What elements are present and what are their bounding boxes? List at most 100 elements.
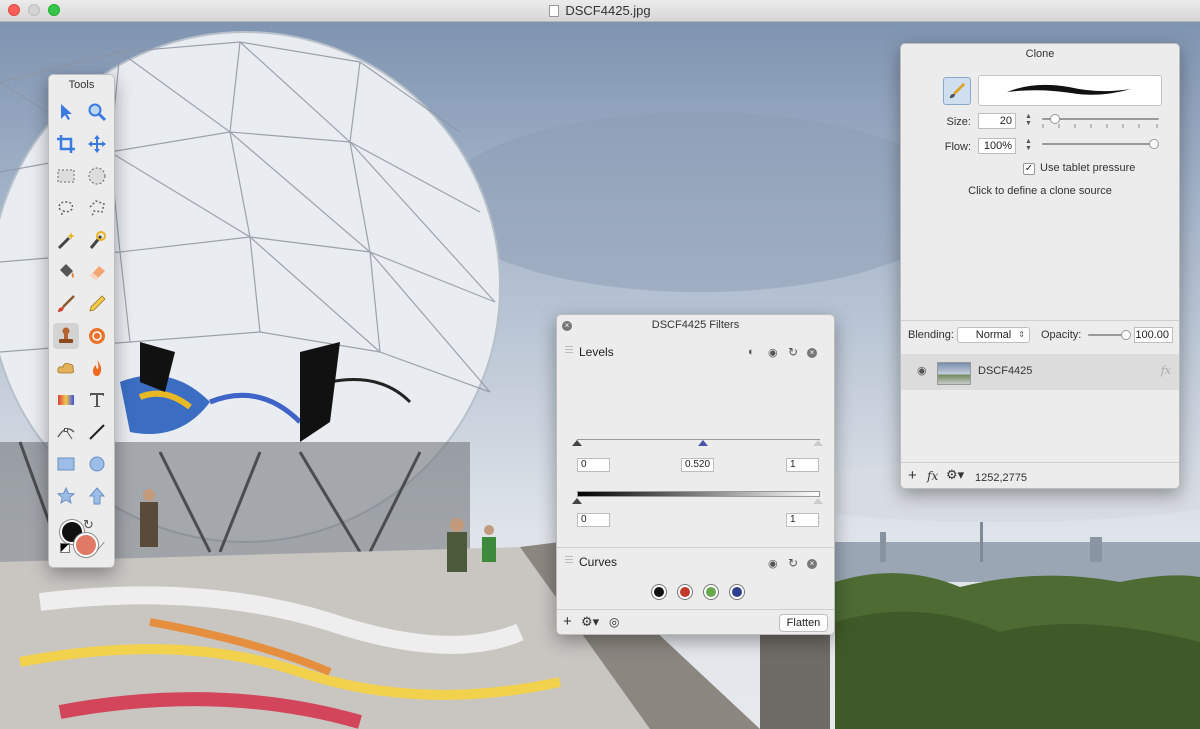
curves-red-channel[interactable] (678, 585, 692, 599)
arrow-select-tool[interactable] (53, 99, 79, 125)
lasso-tool[interactable] (53, 195, 79, 221)
paint-bucket-tool[interactable] (53, 259, 79, 285)
output-black-handle[interactable] (572, 498, 582, 504)
flatten-button[interactable]: Flatten (779, 614, 828, 632)
tablet-pressure-label: Use tablet pressure (1040, 162, 1136, 174)
pencil-tool[interactable] (84, 291, 110, 317)
settings-gear-icon[interactable]: ⚙▾ (946, 467, 964, 483)
add-layer-icon[interactable]: + (908, 467, 917, 484)
size-field[interactable]: 20 (978, 113, 1016, 129)
pen-tool[interactable] (53, 419, 79, 445)
background-color-swatch[interactable] (74, 533, 98, 557)
rectangle-icon (57, 457, 75, 471)
window-title-text: DSCF4425.jpg (565, 3, 651, 18)
input-gamma-handle[interactable] (698, 440, 708, 446)
levels-visibility-eye-icon[interactable]: ◉ (768, 346, 778, 359)
output-black-field[interactable]: 0 (577, 513, 610, 527)
size-stepper[interactable]: ▲ ▼ (1024, 113, 1033, 129)
flow-stepper[interactable]: ▲ ▼ (1024, 138, 1033, 154)
clone-panel: Clone Size: 20 ▲ ▼ Flow: 100% ▲ ▼ ✓ Use ta… (900, 43, 1180, 489)
clone-stamp-tool[interactable] (53, 323, 79, 349)
brush-preset-button[interactable] (943, 77, 971, 105)
filter-settings-gear-icon[interactable]: ⚙▾ (581, 614, 599, 630)
line-tool[interactable] (84, 419, 110, 445)
tools-panel: Tools ↻ ⟋ (48, 74, 115, 568)
tablet-pressure-checkbox[interactable]: ✓ (1023, 163, 1035, 175)
crop-tool[interactable] (53, 131, 79, 157)
levels-reset-icon[interactable]: ↻ (788, 345, 798, 359)
visibility-eye-icon[interactable]: ◉ (917, 364, 927, 377)
levels-drag-handle[interactable] (565, 346, 573, 354)
text-t-icon (90, 393, 104, 407)
flow-label: Flow: (944, 141, 971, 153)
levels-remove-icon[interactable]: × (807, 348, 817, 358)
curves-green-channel[interactable] (704, 585, 718, 599)
marquee-ellipse-icon (88, 167, 106, 185)
ellipse-shape-tool[interactable] (84, 451, 110, 477)
swap-colors-icon[interactable]: ↻ (83, 517, 94, 533)
lasso-icon (58, 201, 74, 217)
size-slider-knob[interactable] (1050, 114, 1061, 124)
gradient-tool[interactable] (53, 387, 79, 413)
curves-blue-channel[interactable] (730, 585, 744, 599)
clone-panel-divider (901, 320, 1179, 321)
magnifier-icon (88, 103, 107, 122)
smudge-tool[interactable] (84, 323, 110, 349)
brush-stroke-preview[interactable] (978, 75, 1162, 106)
output-white-field[interactable]: 1 (786, 513, 819, 527)
ellipse-select-tool[interactable] (84, 163, 110, 189)
eraser-tool[interactable] (84, 259, 110, 285)
arrow-icon (61, 104, 72, 120)
layer-fx-icon[interactable]: fx (1161, 364, 1171, 377)
tools-panel-title: Tools (68, 79, 95, 91)
rect-select-tool[interactable] (53, 163, 79, 189)
default-colors-icon[interactable] (60, 543, 70, 553)
add-filter-icon[interactable]: + (563, 613, 572, 630)
output-white-handle[interactable] (813, 498, 823, 504)
curves-reset-icon[interactable]: ↻ (788, 556, 798, 570)
curves-rgb-channel[interactable] (652, 585, 666, 599)
star-shape-tool[interactable] (53, 483, 79, 509)
paint-bucket-icon (60, 264, 74, 278)
curves-remove-icon[interactable]: × (807, 559, 817, 569)
magic-wand-icon (57, 232, 75, 250)
burn-tool[interactable] (84, 355, 110, 381)
move-tool[interactable] (84, 131, 110, 157)
quick-select-icon (89, 231, 106, 249)
flow-field[interactable]: 100% (978, 138, 1016, 154)
blur-tool[interactable] (53, 355, 79, 381)
flow-slider-track[interactable] (1042, 143, 1159, 145)
clone-source-hint: Click to define a clone source (968, 185, 1112, 197)
opacity-slider-knob[interactable] (1121, 330, 1131, 340)
input-white-field[interactable]: 1 (786, 458, 819, 472)
arrow-shape-tool[interactable] (84, 483, 110, 509)
eyedropper-icon[interactable]: ⟋ (97, 541, 105, 554)
text-tool[interactable] (84, 387, 110, 413)
rectangle-shape-tool[interactable] (53, 451, 79, 477)
input-black-field[interactable]: 0 (577, 458, 610, 472)
zoom-tool[interactable] (84, 99, 110, 125)
layer-row[interactable]: ◉ DSCF4425 fx (901, 354, 1179, 390)
layer-name: DSCF4425 (978, 365, 1033, 377)
input-gamma-field[interactable]: 0.520 (681, 458, 714, 472)
input-white-handle[interactable] (813, 440, 823, 446)
layer-thumbnail (937, 362, 971, 385)
fx-menu-icon[interactable]: fx (927, 469, 938, 483)
blending-mode-select[interactable]: Normal ⇕ (957, 327, 1030, 343)
brush-icon (58, 295, 75, 312)
flame-icon (93, 360, 102, 376)
opacity-field[interactable]: 100.00 (1134, 327, 1173, 343)
input-black-handle[interactable] (572, 440, 582, 446)
magic-wand-tool[interactable] (53, 227, 79, 253)
auto-levels-icon[interactable]: ◐ (748, 346, 755, 358)
flow-slider-knob[interactable] (1149, 139, 1159, 149)
quick-select-tool[interactable] (84, 227, 110, 253)
curves-drag-handle[interactable] (565, 556, 573, 564)
filter-presets-icon[interactable]: ◎ (609, 615, 619, 629)
curves-title: Curves (579, 555, 618, 569)
curves-visibility-eye-icon[interactable]: ◉ (768, 557, 778, 570)
blending-mode-value: Normal (975, 329, 1012, 341)
polygon-lasso-icon (89, 200, 105, 217)
polygon-lasso-tool[interactable] (84, 195, 110, 221)
brush-tool[interactable] (53, 291, 79, 317)
